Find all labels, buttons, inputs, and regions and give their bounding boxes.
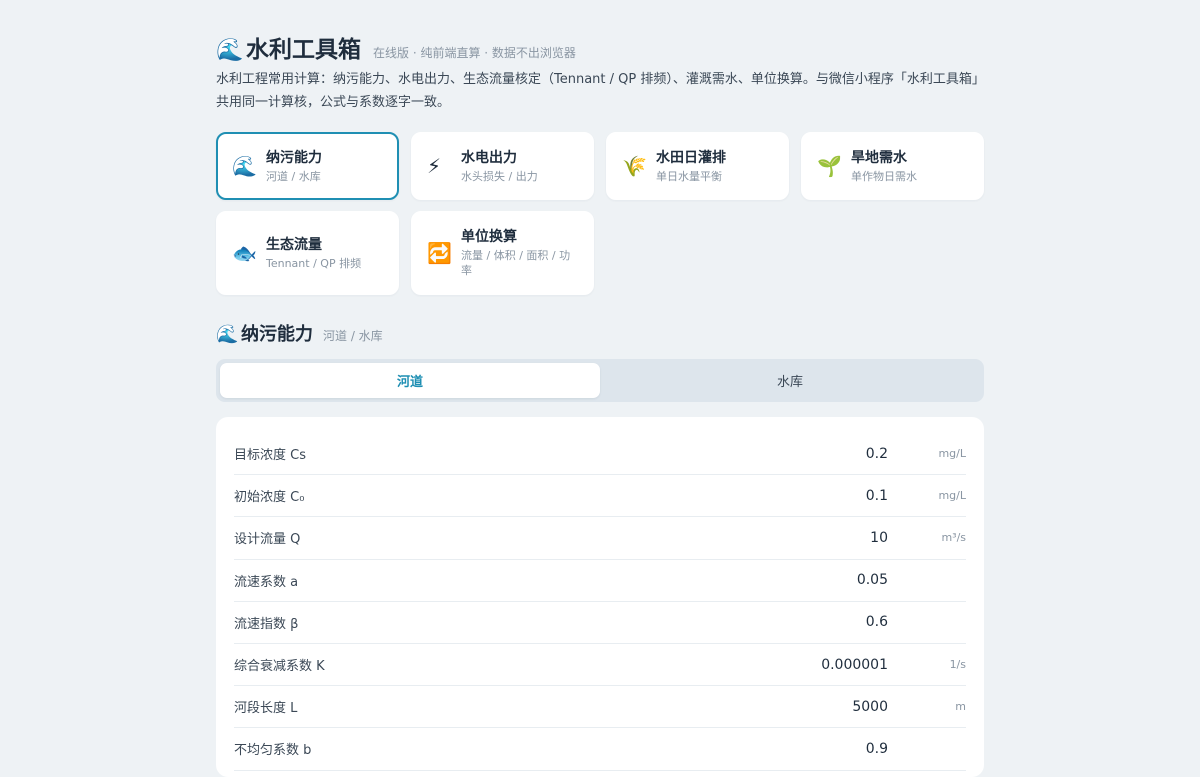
initial-concentration-input[interactable]: [688, 487, 888, 504]
form-row-nonuniformity-coefficient: 不均匀系数 b: [234, 728, 966, 771]
field-label: 河段长度 L: [234, 701, 298, 717]
seedling-icon: 🌱: [817, 154, 842, 178]
fish-icon: 🐟: [232, 241, 257, 265]
tool-card-title: 纳污能力: [266, 149, 322, 166]
field-unit: mg/L: [938, 489, 966, 503]
tool-card-subtitle: 单日水量平衡: [656, 169, 722, 183]
field-unit: m³/s: [941, 531, 966, 545]
segment-river[interactable]: 河道: [220, 363, 600, 398]
form-row-decay-coefficient: 综合衰减系数 K 1/s: [234, 644, 966, 687]
wave-icon: 🌊: [216, 324, 239, 345]
target-concentration-input[interactable]: [688, 445, 888, 462]
field-unit: m: [955, 700, 966, 714]
form-row-reach-length: 河段长度 L m: [234, 686, 966, 729]
rice-icon: 🌾: [622, 154, 647, 178]
velocity-coefficient-input[interactable]: [688, 572, 888, 589]
form-row-initial-concentration: 初始浓度 C₀ mg/L: [234, 475, 966, 518]
field-label: 目标浓度 Cs: [234, 448, 306, 464]
decay-coefficient-input[interactable]: [688, 656, 888, 673]
field-label: 不均匀系数 b: [234, 743, 312, 759]
lightning-icon: ⚡: [427, 154, 442, 178]
form-row-design-flow: 设计流量 Q m³/s: [234, 517, 966, 560]
tool-card-subtitle: 单作物日需水: [851, 169, 917, 183]
tool-card-title: 水电出力: [461, 149, 517, 166]
tool-card-subtitle: 河道 / 水库: [266, 169, 321, 183]
form-row-velocity-exponent: 流速指数 β: [234, 602, 966, 644]
section-subtitle: 河道 / 水库: [323, 329, 383, 343]
app-subtitle: 在线版 · 纯前端直算 · 数据不出浏览器: [373, 46, 576, 60]
reach-length-input[interactable]: [688, 698, 888, 715]
repeat-arrows-icon: 🔁: [427, 241, 452, 265]
velocity-exponent-input[interactable]: [688, 614, 888, 631]
segment-reservoir[interactable]: 水库: [600, 363, 980, 398]
field-unit: 1/s: [949, 658, 966, 672]
form-row-velocity-coefficient: 流速系数 a: [234, 560, 966, 602]
tool-card-pollution-capacity[interactable]: 🌊 纳污能力 河道 / 水库: [216, 132, 399, 200]
field-label: 流速系数 a: [234, 574, 299, 590]
tool-card-title: 单位换算: [461, 229, 517, 245]
tool-card-dryland-water[interactable]: 🌱 旱地需水 单作物日需水: [801, 132, 984, 200]
tool-card-subtitle: 流量 / 体积 / 面积 / 功率: [461, 249, 571, 277]
section-title: 纳污能力: [241, 324, 313, 345]
app-description: 水利工程常用计算：纳污能力、水电出力、生态流量核定（Tennant / QP 排…: [216, 72, 985, 110]
parameter-form: 目标浓度 Cs mg/L 初始浓度 C₀ mg/L 设计流量 Q m³/s 流速…: [216, 417, 984, 777]
wave-icon: 🌊: [232, 154, 257, 178]
field-label: 流速指数 β: [234, 616, 299, 632]
tool-card-title: 旱地需水: [851, 149, 907, 166]
tool-card-subtitle: 水头损失 / 出力: [461, 169, 538, 183]
tool-card-hydropower[interactable]: ⚡ 水电出力 水头损失 / 出力: [411, 132, 594, 200]
tool-card-subtitle: Tennant / QP 排频: [266, 256, 362, 270]
form-row-target-concentration: 目标浓度 Cs mg/L: [234, 433, 966, 476]
field-unit: mg/L: [938, 447, 966, 461]
section-header: 🌊 纳污能力 河道 / 水库: [216, 320, 383, 346]
tool-card-title: 水田日灌排: [656, 149, 726, 166]
tool-card-title: 生态流量: [266, 236, 322, 253]
design-flow-input[interactable]: [688, 529, 888, 546]
field-label: 综合衰减系数 K: [234, 659, 325, 675]
app-header: 🌊 水利工具箱 在线版 · 纯前端直算 · 数据不出浏览器: [216, 30, 576, 64]
tool-card-unit-conversion[interactable]: 🔁 单位换算 流量 / 体积 / 面积 / 功率: [411, 211, 594, 295]
tool-card-paddy-irrigation[interactable]: 🌾 水田日灌排 单日水量平衡: [606, 132, 789, 200]
app-title: 水利工具箱: [246, 37, 361, 63]
nonuniformity-coefficient-input[interactable]: [688, 740, 888, 757]
field-label: 设计流量 Q: [234, 532, 301, 548]
wave-logo-icon: 🌊: [216, 38, 244, 63]
field-label: 初始浓度 C₀: [234, 490, 305, 506]
tool-card-eco-flow[interactable]: 🐟 生态流量 Tennant / QP 排频: [216, 211, 399, 295]
mode-segmented-control: 河道 水库: [216, 359, 984, 402]
